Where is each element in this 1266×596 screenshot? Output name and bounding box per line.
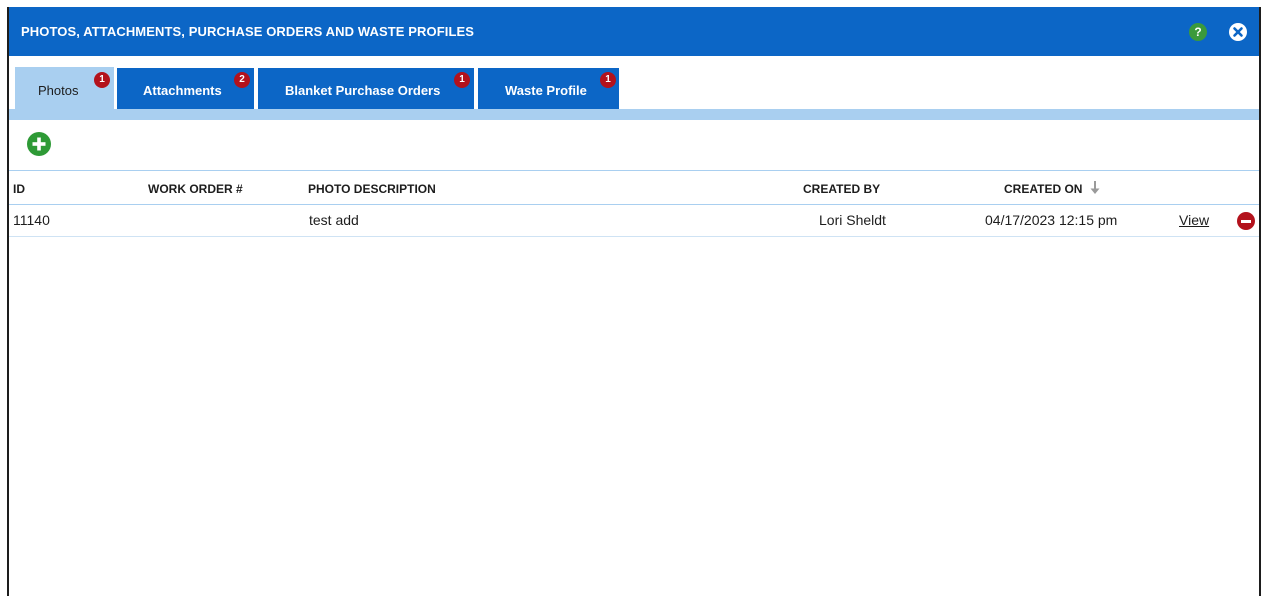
tab-photos-badge: 1 [94, 72, 110, 88]
dialog-titlebar: PHOTOS, ATTACHMENTS, PURCHASE ORDERS AND… [9, 7, 1259, 56]
close-icon[interactable] [1229, 23, 1247, 41]
tab-photos[interactable]: Photos 1 [15, 67, 114, 109]
tab-strip-band [9, 109, 1259, 120]
table-header: ID WORK ORDER # PHOTO DESCRIPTION CREATE… [9, 171, 1259, 205]
column-header-photo-description[interactable]: PHOTO DESCRIPTION [308, 182, 436, 196]
column-header-work-order[interactable]: WORK ORDER # [148, 182, 243, 196]
delete-icon-bar [1241, 220, 1251, 223]
table-row: 11140 test add Lori Sheldt 04/17/2023 12… [9, 205, 1259, 237]
tab-blanket-purchase-orders[interactable]: Blanket Purchase Orders 1 [257, 67, 475, 109]
tab-waste-profile-label: Waste Profile [505, 83, 587, 98]
cell-photo-description: test add [309, 212, 359, 228]
tab-photos-label: Photos [38, 83, 79, 98]
cell-created-on: 04/17/2023 12:15 pm [985, 212, 1118, 228]
tab-strip: Photos 1 Attachments 2 Blanket Purchase … [9, 56, 1259, 120]
view-link[interactable]: View [1179, 212, 1209, 228]
cell-created-by: Lori Sheldt [819, 212, 886, 228]
column-header-created-on[interactable]: CREATED ON [1004, 181, 1100, 196]
tab-blanket-purchase-orders-label: Blanket Purchase Orders [285, 83, 441, 98]
tab-waste-profile-badge: 1 [600, 72, 616, 88]
sort-down-arrow-icon [1090, 181, 1100, 195]
add-icon[interactable] [27, 132, 51, 156]
help-icon[interactable]: ? [1189, 23, 1207, 41]
photos-attachments-dialog: PHOTOS, ATTACHMENTS, PURCHASE ORDERS AND… [7, 7, 1261, 596]
tab-attachments[interactable]: Attachments 2 [116, 67, 255, 109]
cell-id: 11140 [13, 212, 50, 228]
delete-icon[interactable] [1237, 212, 1255, 230]
column-header-id[interactable]: ID [13, 182, 25, 196]
tab-attachments-label: Attachments [143, 83, 222, 98]
column-header-created-by[interactable]: CREATED BY [803, 182, 880, 196]
photos-toolbar [9, 120, 1259, 171]
tab-blanket-purchase-orders-badge: 1 [454, 72, 470, 88]
dialog-title: PHOTOS, ATTACHMENTS, PURCHASE ORDERS AND… [21, 24, 475, 39]
tab-waste-profile[interactable]: Waste Profile 1 [477, 67, 620, 109]
photos-table: ID WORK ORDER # PHOTO DESCRIPTION CREATE… [9, 171, 1259, 237]
tab-attachments-badge: 2 [234, 72, 250, 88]
column-header-created-on-label: CREATED ON [1004, 182, 1083, 196]
